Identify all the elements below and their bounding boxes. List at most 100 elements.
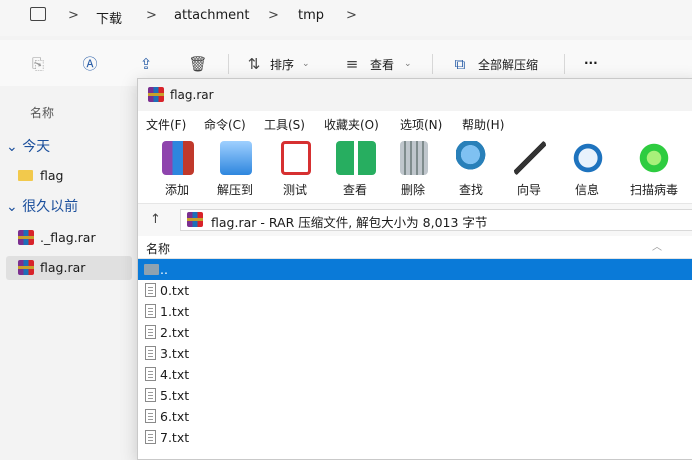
window-title: flag.rar (170, 88, 214, 102)
add-button[interactable]: 添加 (150, 139, 204, 201)
file-name: .. (160, 262, 168, 277)
file-row[interactable]: 7.txt (138, 427, 692, 448)
toolbar-divider (432, 54, 433, 74)
sort-up-icon: ︿ (652, 242, 662, 253)
delete-icon[interactable]: 🗑 (188, 54, 208, 74)
menu-file[interactable]: 文件(F) (146, 116, 186, 133)
group-earlier-label: 很久以前 (22, 199, 79, 215)
file-row[interactable]: 3.txt (138, 343, 692, 364)
info-icon (572, 141, 604, 175)
breadcrumb-separator: > (346, 8, 357, 23)
sort-button[interactable]: 排序 (270, 56, 294, 73)
info-button[interactable]: 信息 (560, 139, 614, 201)
extract-to-icon (220, 141, 252, 175)
wizard-button[interactable]: 向导 (502, 139, 556, 201)
list-item-flag-folder[interactable]: flag (6, 164, 132, 188)
address-bar: > 下载 > attachment > tmp > (0, 0, 692, 36)
tool-label: 添加 (164, 183, 189, 197)
add-archive-icon (162, 141, 194, 175)
tool-label: 测试 (282, 183, 307, 197)
file-row[interactable]: 1.txt (138, 301, 692, 322)
toolbar-divider (564, 54, 565, 74)
winrar-app-icon (148, 87, 164, 102)
item-label: ._flag.rar (40, 230, 96, 245)
view-icon[interactable]: ≡ (342, 54, 362, 74)
file-name: 7.txt (160, 430, 190, 445)
delete-button[interactable]: 删除 (386, 139, 440, 201)
winrar-path-bar: ↑ flag.rar - RAR 压缩文件, 解包大小为 8,013 字节 (138, 203, 692, 237)
parent-folder-icon (144, 264, 159, 275)
menu-tools[interactable]: 工具(S) (264, 116, 305, 133)
extract-all-icon[interactable]: ⧉ (450, 54, 470, 74)
menu-commands[interactable]: 命令(C) (204, 116, 246, 133)
winrar-menu-bar: 文件(F) 命令(C) 工具(S) 收藏夹(O) 选项(N) 帮助(H) (138, 111, 692, 135)
column-header-name[interactable]: 名称 (30, 104, 54, 121)
file-row[interactable]: 2.txt (138, 322, 692, 343)
view-button[interactable]: 查看 (370, 56, 394, 73)
tool-label: 删除 (400, 183, 425, 197)
delete-trash-icon (400, 141, 428, 175)
menu-help[interactable]: 帮助(H) (462, 116, 504, 133)
file-row-parent[interactable]: .. (138, 259, 692, 280)
test-button[interactable]: 测试 (268, 139, 322, 201)
menu-favorites[interactable]: 收藏夹(O) (324, 116, 379, 133)
view-book-icon (336, 141, 376, 175)
up-arrow-icon[interactable]: ↑ (150, 212, 161, 227)
list-item-dot-flag-rar[interactable]: ._flag.rar (6, 226, 132, 250)
column-header[interactable]: 名称 ︿ (138, 236, 692, 259)
group-today[interactable]: ⌄ 今天 (6, 136, 50, 156)
file-name: 5.txt (160, 388, 190, 403)
winrar-title-bar[interactable]: flag.rar (138, 79, 692, 111)
tool-label: 查看 (342, 183, 367, 197)
text-file-icon (145, 409, 156, 423)
list-item-flag-rar[interactable]: flag.rar (6, 256, 132, 280)
archive-path-text: flag.rar - RAR 压缩文件, 解包大小为 8,013 字节 (211, 215, 488, 230)
file-name: 3.txt (160, 346, 190, 361)
winrar-toolbar: 添加 解压到 测试 查看 删除 查找 向导 信息 扫描病毒 (138, 135, 692, 203)
virus-scan-button[interactable]: 扫描病毒 (624, 139, 684, 201)
file-row[interactable]: 0.txt (138, 280, 692, 301)
breadcrumb-item-tmp[interactable]: tmp (298, 8, 324, 23)
extract-all-button[interactable]: 全部解压缩 (478, 56, 538, 73)
breadcrumb-separator: > (268, 8, 279, 23)
chevron-down-icon: ⌄ (404, 59, 412, 69)
rename-icon[interactable]: Ⓐ (80, 54, 100, 74)
rar-archive-icon (18, 230, 34, 245)
monitor-icon[interactable] (30, 7, 46, 21)
virus-scan-icon (638, 141, 670, 175)
view-button-winrar[interactable]: 查看 (328, 139, 382, 201)
more-options-button[interactable]: ··· (584, 56, 598, 70)
text-file-icon (145, 325, 156, 339)
share-icon[interactable]: ⇪ (136, 54, 156, 74)
file-row[interactable]: 5.txt (138, 385, 692, 406)
sort-icon[interactable]: ⇅ (244, 54, 264, 74)
file-row[interactable]: 6.txt (138, 406, 692, 427)
test-icon (281, 141, 311, 175)
file-name: 4.txt (160, 367, 190, 382)
text-file-icon (145, 283, 156, 297)
explorer-file-list: 名称 ⌄ 今天 flag ⌄ 很久以前 ._flag.rar flag.rar (0, 86, 138, 453)
menu-options[interactable]: 选项(N) (400, 116, 442, 133)
extract-to-button[interactable]: 解压到 (208, 139, 262, 201)
group-earlier[interactable]: ⌄ 很久以前 (6, 196, 78, 216)
find-magnifier-icon (456, 141, 488, 175)
winrar-window: flag.rar 文件(F) 命令(C) 工具(S) 收藏夹(O) 选项(N) … (137, 78, 692, 460)
file-row[interactable]: 4.txt (138, 364, 692, 385)
text-file-icon (145, 430, 156, 444)
tool-label: 向导 (516, 183, 541, 197)
rar-archive-icon (18, 260, 34, 275)
text-file-icon (145, 388, 156, 402)
chevron-down-icon: ⌄ (302, 59, 310, 69)
find-button[interactable]: 查找 (444, 139, 498, 201)
tool-label: 查找 (458, 183, 483, 197)
text-file-icon (145, 346, 156, 360)
folder-icon (18, 170, 33, 181)
archive-path-field[interactable]: flag.rar - RAR 压缩文件, 解包大小为 8,013 字节 (180, 209, 692, 231)
breadcrumb-item-downloads[interactable]: 下载 (96, 8, 122, 27)
paste-icon[interactable]: ⎘ (28, 54, 48, 74)
toolbar-divider (228, 54, 229, 74)
column-header-name: 名称 (146, 242, 171, 256)
breadcrumb-item-attachment[interactable]: attachment (174, 8, 250, 23)
tool-label: 扫描病毒 (629, 183, 678, 197)
text-file-icon (145, 304, 156, 318)
